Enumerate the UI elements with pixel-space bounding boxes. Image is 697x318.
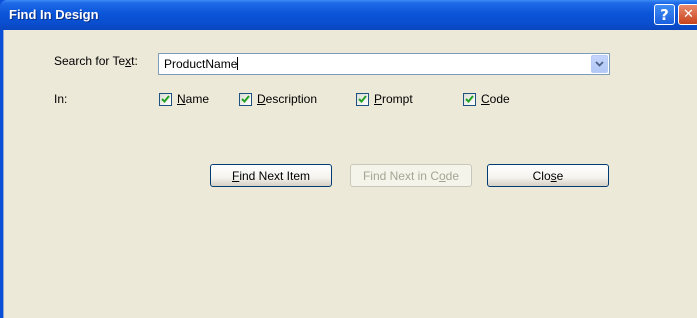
checkbox-name[interactable]: Name <box>159 91 209 107</box>
checkmark-icon <box>465 95 474 103</box>
close-button[interactable]: Close <box>487 164 609 187</box>
button-label: Find Next in Code <box>362 168 460 183</box>
title-bar[interactable]: Find In Design ? ✕ <box>0 0 697 30</box>
title-close-button[interactable]: ✕ <box>678 4 697 25</box>
checkbox-box[interactable] <box>356 92 369 106</box>
checkbox-label: Prompt <box>374 92 413 106</box>
dialog-client-area: Search for Text: ProductName In: Name De… <box>3 30 697 318</box>
checkbox-description[interactable]: Description <box>239 91 317 107</box>
chevron-down-icon <box>595 61 604 67</box>
search-input[interactable]: ProductName <box>164 57 239 71</box>
find-next-item-button[interactable]: Find Next Item <box>210 164 332 187</box>
in-label: In: <box>54 92 68 106</box>
checkmark-icon <box>358 95 367 103</box>
dropdown-button[interactable] <box>591 55 608 73</box>
search-label: Search for Text: <box>54 54 138 68</box>
button-label: Close <box>532 168 564 183</box>
help-button[interactable]: ? <box>654 4 675 25</box>
checkbox-box[interactable] <box>463 92 476 106</box>
checkbox-code[interactable]: Code <box>463 91 510 107</box>
search-combobox[interactable]: ProductName <box>158 53 610 75</box>
checkmark-icon <box>241 95 250 103</box>
close-icon: ✕ <box>683 7 694 22</box>
window-title: Find In Design <box>9 7 99 22</box>
checkbox-label: Name <box>177 92 210 106</box>
button-label: Find Next Item <box>231 168 311 183</box>
checkmark-icon <box>161 95 170 103</box>
checkbox-label: Description <box>257 92 318 106</box>
dialog-window: Find In Design ? ✕ Search for Text: Prod… <box>0 0 697 318</box>
checkbox-box[interactable] <box>159 92 172 106</box>
checkbox-box[interactable] <box>239 92 252 106</box>
checkbox-prompt[interactable]: Prompt <box>356 91 413 107</box>
help-icon: ? <box>660 5 669 24</box>
checkbox-label: Code <box>481 92 510 106</box>
find-next-in-code-button[interactable]: Find Next in Code <box>350 164 472 187</box>
